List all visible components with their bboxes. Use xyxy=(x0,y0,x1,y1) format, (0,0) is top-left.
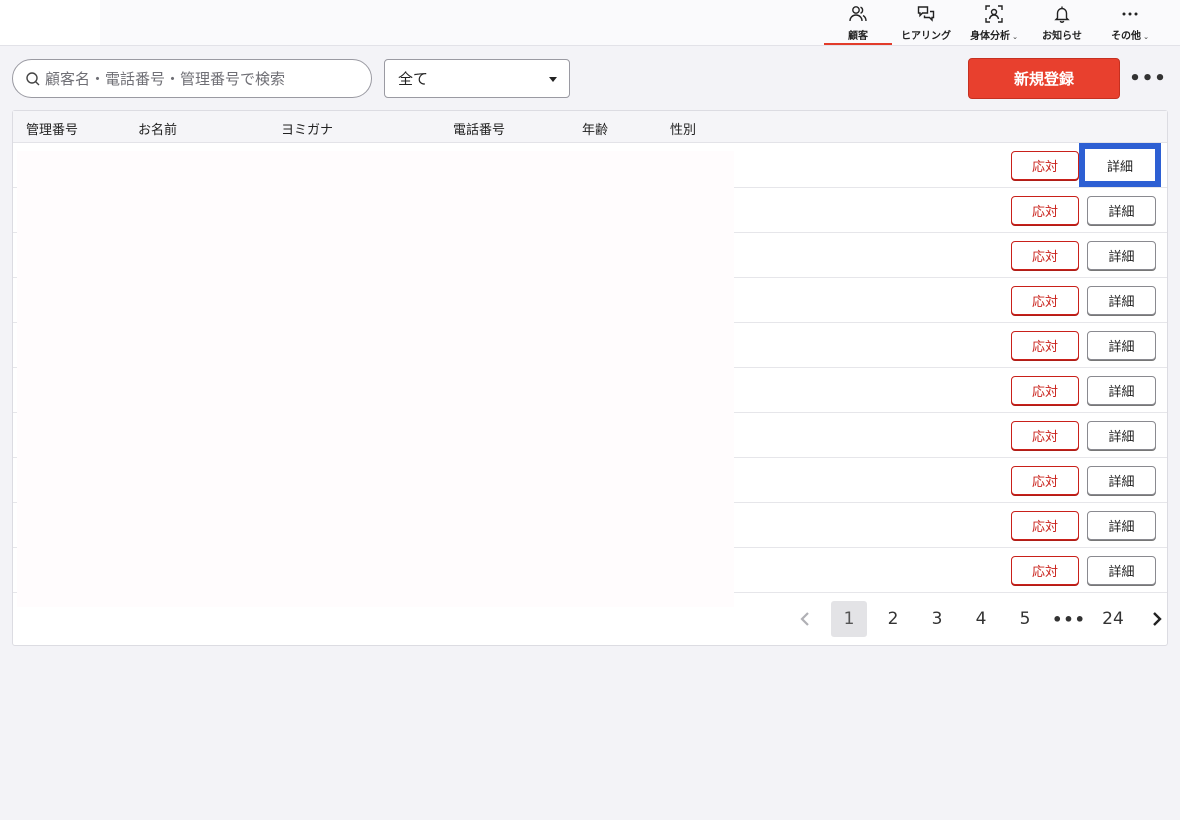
redacted-content-area xyxy=(17,151,734,607)
nav-item-hearing[interactable]: ヒアリング xyxy=(892,0,960,45)
respond-button[interactable]: 応対 xyxy=(1011,511,1079,540)
respond-button[interactable]: 応対 xyxy=(1011,196,1079,225)
detail-button[interactable]: 詳細 xyxy=(1087,376,1156,405)
main-nav: 顧客 ヒアリング 身体分析 ⌄ お知らせ その他 ⌄ xyxy=(824,0,1164,45)
page-button-1[interactable]: 1 xyxy=(831,601,867,637)
nav-item-body-analysis[interactable]: 身体分析 ⌄ xyxy=(960,0,1028,45)
search-box xyxy=(12,59,372,98)
header-reading: ヨミガナ xyxy=(281,123,334,138)
top-navigation-bar: 顧客 ヒアリング 身体分析 ⌄ お知らせ その他 ⌄ xyxy=(0,0,1180,46)
nav-item-label: 顧客 xyxy=(848,31,868,42)
respond-button[interactable]: 応対 xyxy=(1011,466,1079,495)
table-header: 管理番号 お名前 ヨミガナ 電話番号 年齢 性別 xyxy=(13,111,1167,143)
respond-button[interactable]: 応対 xyxy=(1011,556,1079,585)
nav-item-label: 身体分析 ⌄ xyxy=(970,31,1018,42)
nav-item-label: お知らせ xyxy=(1042,31,1082,42)
customer-table: 管理番号 お名前 ヨミガナ 電話番号 年齢 性別 応対 詳細 応対 詳細 応対 詳細 応対詳… xyxy=(12,110,1168,646)
page-button-5[interactable]: 5 xyxy=(1007,601,1043,637)
detail-button[interactable]: 詳細 xyxy=(1087,241,1156,270)
detail-button[interactable]: 詳細 xyxy=(1087,286,1156,315)
search-icon xyxy=(26,71,40,85)
detail-button[interactable]: 詳細 xyxy=(1087,331,1156,360)
header-management-number: 管理番号 xyxy=(26,123,79,138)
new-registration-button[interactable]: 新規登録 xyxy=(968,58,1120,99)
nav-item-others[interactable]: その他 ⌄ xyxy=(1096,0,1164,45)
chevron-right-icon xyxy=(1153,612,1162,626)
logo-area xyxy=(0,0,100,45)
header-name: お名前 xyxy=(138,123,178,138)
header-gender: 性別 xyxy=(670,123,697,138)
detail-button[interactable]: 詳細 xyxy=(1087,556,1156,585)
chat-bubbles-icon xyxy=(917,6,935,22)
detail-button[interactable]: 詳細 xyxy=(1087,511,1156,540)
previous-page-button[interactable] xyxy=(787,601,823,637)
page-button-4[interactable]: 4 xyxy=(963,601,999,637)
filter-selected-value: 全て xyxy=(398,70,429,88)
page-button-2[interactable]: 2 xyxy=(875,601,911,637)
detail-button[interactable]: 詳細 xyxy=(1087,196,1156,225)
nav-item-customers[interactable]: 顧客 xyxy=(824,0,892,45)
pagination-ellipsis: ••• xyxy=(1052,609,1086,629)
chevron-down-icon: ⌄ xyxy=(1012,33,1018,41)
chevron-down-icon: ⌄ xyxy=(1143,33,1149,41)
next-page-button[interactable] xyxy=(1139,601,1175,637)
respond-button[interactable]: 応対 xyxy=(1011,331,1079,360)
chevron-left-icon xyxy=(800,612,809,626)
detail-button[interactable]: 詳細 xyxy=(1087,421,1156,450)
respond-button[interactable]: 応対 xyxy=(1011,286,1079,315)
filter-select[interactable]: 全て xyxy=(384,59,570,98)
more-options-button[interactable]: ••• xyxy=(1129,66,1166,90)
respond-button[interactable]: 応対 xyxy=(1011,241,1079,270)
page-button-3[interactable]: 3 xyxy=(919,601,955,637)
detail-button[interactable]: 詳細 xyxy=(1087,466,1156,495)
respond-button[interactable]: 応対 xyxy=(1011,151,1079,180)
body-scan-icon xyxy=(985,5,1003,23)
nav-item-label: ヒアリング xyxy=(901,31,951,42)
header-phone: 電話番号 xyxy=(453,123,506,138)
users-icon xyxy=(849,6,867,22)
dropdown-arrow-icon xyxy=(549,77,557,82)
search-input[interactable] xyxy=(45,69,345,88)
bell-icon xyxy=(1054,6,1070,23)
nav-item-notifications[interactable]: お知らせ xyxy=(1028,0,1096,45)
respond-button[interactable]: 応対 xyxy=(1011,376,1079,405)
pagination: 1 2 3 4 5 ••• 24 xyxy=(787,601,1180,637)
page-button-last[interactable]: 24 xyxy=(1095,601,1131,637)
detail-button[interactable]: 詳細 xyxy=(1079,143,1161,187)
respond-button[interactable]: 応対 xyxy=(1011,421,1079,450)
more-dots-icon xyxy=(1122,12,1138,16)
header-age: 年齢 xyxy=(582,123,609,138)
nav-item-label: その他 ⌄ xyxy=(1111,31,1149,42)
